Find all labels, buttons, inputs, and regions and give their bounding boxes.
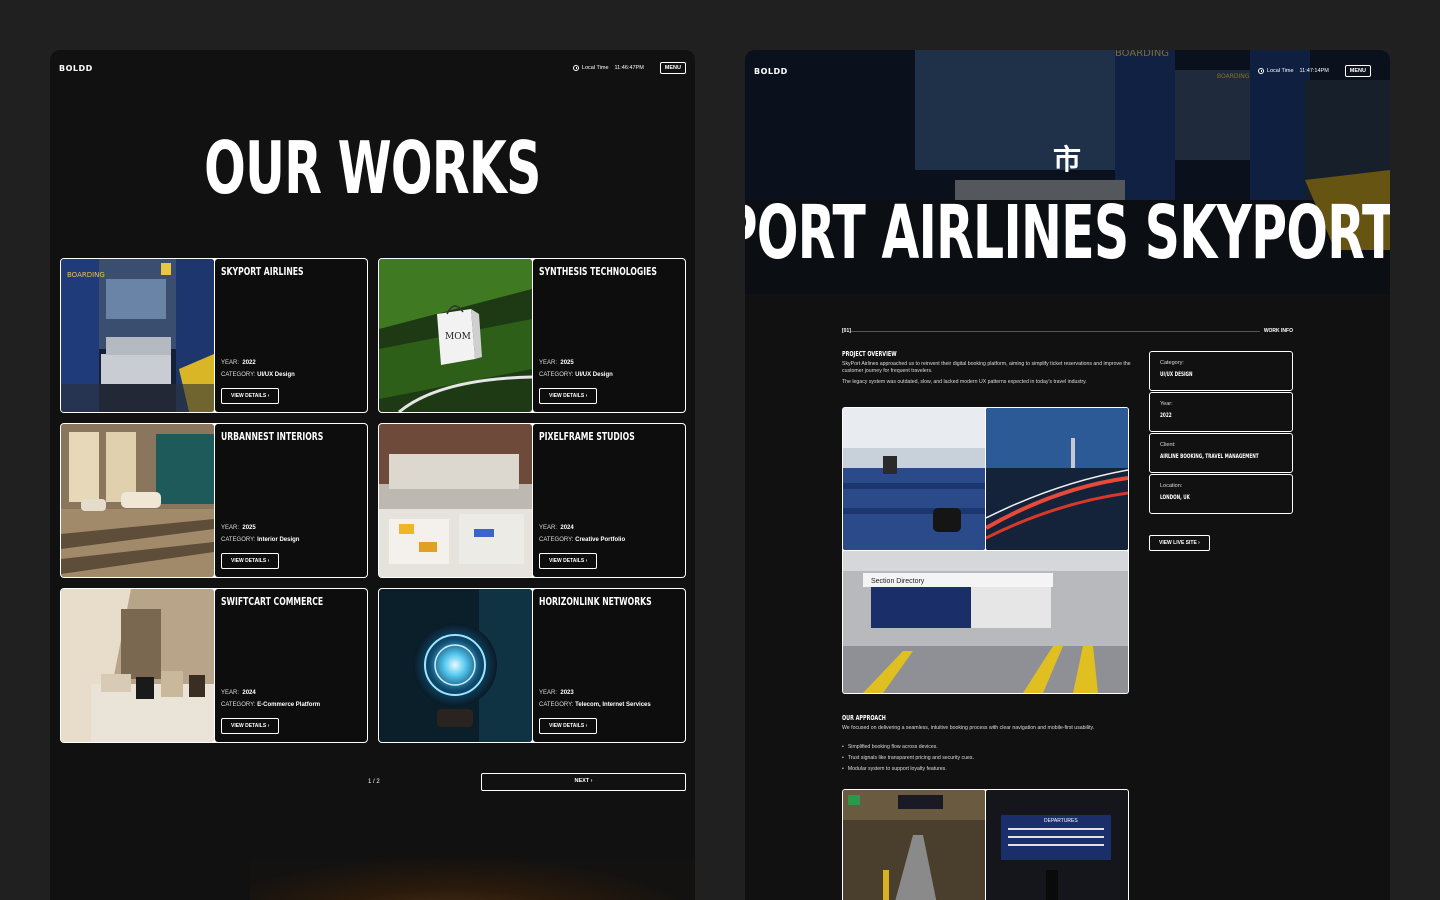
svg-text:BOARDING: BOARDING [67,271,105,279]
page-title: OUR WORKS [204,126,541,210]
project-image [61,424,214,577]
list-item: Modular system to support loyalty featur… [842,764,974,775]
view-details-button[interactable]: VIEW DETAILS › [221,388,280,404]
info-value: LONDON, UK [1160,494,1190,501]
list-item: Trust signals like transparent pricing a… [842,753,974,764]
section-divider [851,331,1260,332]
header: BOLDD Local Time 11:47:14PM MENU [745,63,1390,79]
approach-list: Simplified booking flow across devices. … [842,742,974,775]
project-gallery-2: DEPARTURES [842,789,1129,900]
overview-paragraph-2: The legacy system was outdated, slow, an… [842,379,1087,385]
project-card[interactable]: URBANNEST INTERIORS YEAR: 2025 CATEGORY:… [60,423,368,578]
approach-heading: OUR APPROACH [842,714,886,722]
menu-button[interactable]: MENU [659,62,686,74]
clock-icon [1257,68,1264,74]
project-card[interactable]: MOM SYNTHESIS TECHNOLOGIES YEAR: 2025 CA… [378,258,686,413]
project-card[interactable]: PIXELFRAME STUDIOS YEAR: 2024 CATEGORY: … [378,423,686,578]
info-label: Client: [1160,442,1176,448]
info-label: Location: [1160,483,1183,489]
project-title: PIXELFRAME STUDIOS [539,430,635,443]
project-info: SKYPORT AIRLINES YEAR: 2022 CATEGORY: UI… [215,259,367,412]
section-label: WORK INFO [1263,328,1293,334]
project-image [379,589,532,742]
view-details-button[interactable]: VIEW DETAILS › [539,553,598,569]
project-card[interactable]: SWIFTCART COMMERCE YEAR: 2024 CATEGORY: … [60,588,368,743]
approach-paragraph: We focused on delivering a seamless, int… [842,725,1095,731]
project-info: URBANNEST INTERIORS YEAR: 2025 CATEGORY:… [215,424,367,577]
info-card-year: Year: 2022 [1149,392,1293,432]
project-detail-panel: BOARDING BOARDING 市 YPORT AIRLINES SKYPO… [745,50,1390,900]
info-label: Year: [1160,401,1173,407]
project-image [379,424,532,577]
info-value: 2022 [1160,412,1172,419]
directory-sign-text: Section Directory [871,578,925,585]
project-info: HORIZONLINK NETWORKS YEAR: 2023 CATEGORY… [533,589,685,742]
info-value: AIRLINE BOOKING, TRAVEL MANAGEMENT [1160,453,1259,460]
project-meta: YEAR: 2025 CATEGORY: UI/UX Design [539,360,613,378]
clock-icon [572,65,579,71]
section-number: [01] [842,328,851,334]
local-time-label: Local Time [581,65,609,71]
gallery-image-departures: DEPARTURES [986,790,1128,900]
gallery-image-directory: Section Directory [843,551,1128,693]
project-gallery: Section Directory [842,407,1129,694]
project-image [61,589,214,742]
view-details-button[interactable]: VIEW DETAILS › [539,718,598,734]
view-details-button[interactable]: VIEW DETAILS › [539,388,598,404]
project-info: SWIFTCART COMMERCE YEAR: 2024 CATEGORY: … [215,589,367,742]
project-card[interactable]: HORIZONLINK NETWORKS YEAR: 2023 CATEGORY… [378,588,686,743]
project-meta: YEAR: 2024 CATEGORY: Creative Portfolio [539,525,626,543]
hero-banner: BOARDING BOARDING 市 YPORT AIRLINES SKYPO… [745,50,1390,294]
local-time: Local Time [1257,68,1294,74]
hero-glyph: 市 [1053,143,1082,176]
logo[interactable]: BOLDD [754,67,788,76]
view-live-site-button[interactable]: VIEW LIVE SITE › [1149,535,1210,551]
project-image: MOM [379,259,532,412]
view-details-button[interactable]: VIEW DETAILS › [221,718,280,734]
info-card-location: Location: LONDON, UK [1149,474,1293,514]
local-time-label: Local Time [1266,68,1294,74]
gallery-image-runway [986,408,1128,550]
departures-sign-text: DEPARTURES [1044,818,1078,824]
local-time: Local Time [572,65,609,71]
project-meta: YEAR: 2025 CATEGORY: Interior Design [221,525,300,543]
menu-button[interactable]: MENU [1344,65,1371,77]
project-meta: YEAR: 2023 CATEGORY: Telecom, Internet S… [539,690,651,708]
list-item: Simplified booking flow across devices. [842,742,974,753]
header: BOLDD Local Time 11:46:47PM MENU [50,60,695,76]
project-info: SYNTHESIS TECHNOLOGIES YEAR: 2025 CATEGO… [533,259,685,412]
gallery-image-waiting-area [843,408,985,550]
overview-paragraph-1: SkyPort Airlines approached us to reinve… [842,361,1131,374]
info-value: UI/UX DESIGN [1160,371,1193,378]
works-listing-panel: BOLDD Local Time 11:46:47PM MENU OUR WOR… [50,50,695,900]
project-title: SYNTHESIS TECHNOLOGIES [539,265,657,278]
project-meta: YEAR: 2022 CATEGORY: UI/UX Design [221,360,295,378]
project-meta: YEAR: 2024 CATEGORY: E-Commerce Platform [221,690,321,708]
next-section-preview [250,858,695,900]
info-card-client: Client: AIRLINE BOOKING, TRAVEL MANAGEME… [1149,433,1293,473]
project-title: SKYPORT AIRLINES [221,265,304,278]
next-page-button[interactable]: NEXT › [481,773,686,791]
view-details-button[interactable]: VIEW DETAILS › [221,553,280,569]
project-title: URBANNEST INTERIORS [221,430,324,443]
info-card-category: Category: UI/UX DESIGN [1149,351,1293,391]
info-label: Category: [1160,360,1184,366]
project-info: PIXELFRAME STUDIOS YEAR: 2024 CATEGORY: … [533,424,685,577]
header-right: Local Time 11:47:14PM MENU [1257,65,1371,77]
svg-text:MOM: MOM [445,332,471,342]
header-right: Local Time 11:46:47PM MENU [572,62,686,74]
project-card[interactable]: BOARDING SKYPORT AIRLINES YEAR: 2022 CAT… [60,258,368,413]
project-title: SWIFTCART COMMERCE [221,595,324,608]
page-title-wrap: OUR WORKS [50,126,695,210]
project-image: BOARDING [61,259,214,412]
hero-marquee-text: YPORT AIRLINES SKYPORT A [745,190,1390,276]
logo[interactable]: BOLDD [59,64,93,73]
gallery-image-concourse [843,790,985,900]
local-time-value: 11:46:47PM [614,65,644,71]
overview-heading: PROJECT OVERVIEW [842,350,897,358]
page-indicator: 1 / 2 [368,779,380,785]
local-time-value: 11:47:14PM [1299,68,1329,74]
project-title: HORIZONLINK NETWORKS [539,595,652,608]
